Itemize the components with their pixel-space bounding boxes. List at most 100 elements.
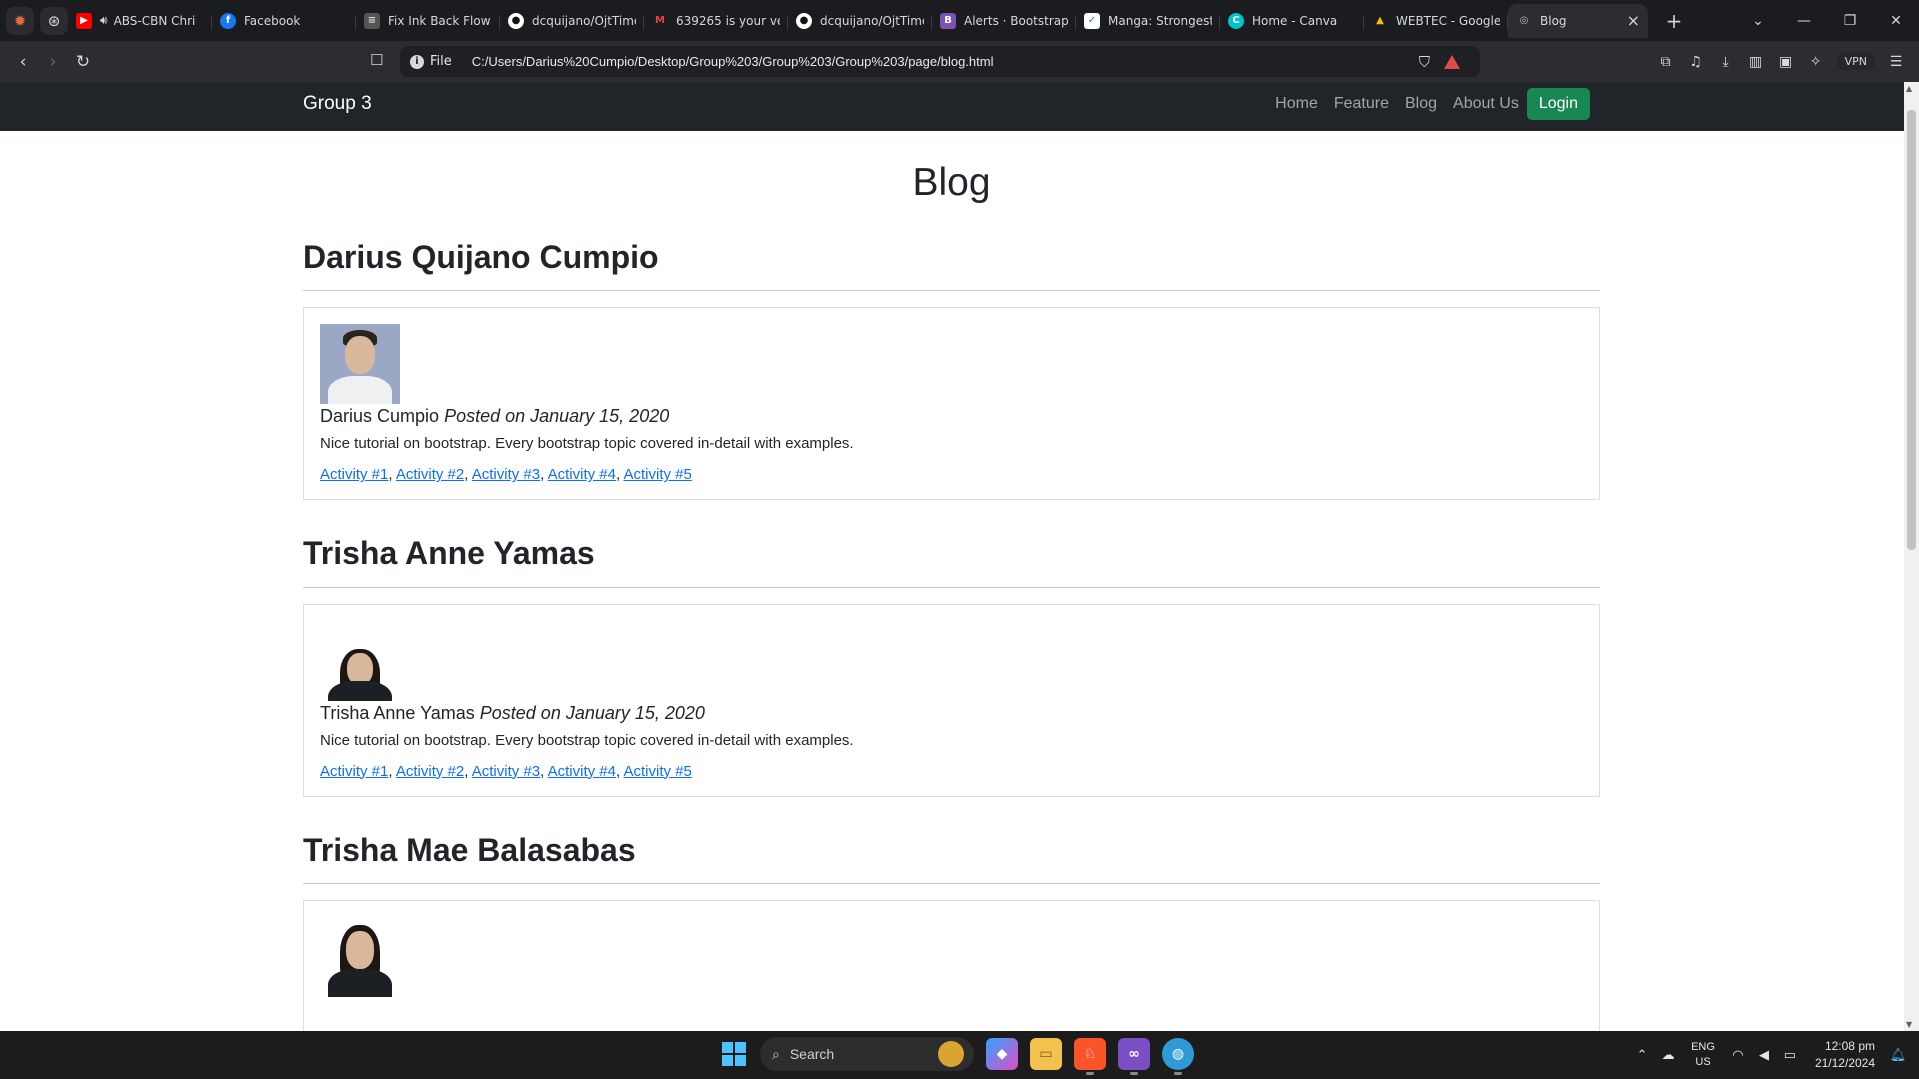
- tab-title: ABS-CBN Chri: [113, 13, 196, 28]
- author-heading: Trisha Anne Yamas: [303, 535, 595, 572]
- start-icon[interactable]: [722, 1042, 746, 1066]
- browser-tab-strip: ✹ ⊛ ▶ 🔊︎ ABS-CBN Chri f Facebook ≡ Fix I…: [0, 0, 1919, 41]
- brave-shields-icon[interactable]: ⛉: [1419, 53, 1430, 71]
- activity-link[interactable]: Activity #4: [548, 466, 616, 483]
- youtube-icon: ▶: [76, 12, 92, 29]
- brave-browser-icon[interactable]: ♘: [1074, 1038, 1106, 1075]
- wallet-icon[interactable]: ▣: [1771, 54, 1801, 70]
- leo-ai-icon[interactable]: ✧: [1801, 54, 1831, 70]
- nav-feature[interactable]: Feature: [1334, 95, 1389, 113]
- url-text[interactable]: C:/Users/Darius%20Cumpio/Desktop/Group%2…: [472, 54, 994, 69]
- tab-8[interactable]: ✓ Manga: Strongest: [1076, 4, 1220, 38]
- scrollbar-thumb[interactable]: [1907, 110, 1916, 550]
- battery-icon[interactable]: ▭: [1777, 1047, 1803, 1063]
- document-icon: ≡: [364, 12, 380, 29]
- google-drive-icon: ▲: [1376, 15, 1384, 26]
- page-scrollbar[interactable]: ▲ ▼: [1904, 82, 1919, 1031]
- restore-icon[interactable]: ❐: [1827, 13, 1873, 29]
- brave-rewards-icon[interactable]: [1444, 54, 1460, 69]
- speaker-icon[interactable]: 🔊︎: [100, 13, 108, 28]
- gmail-icon: M: [655, 15, 665, 26]
- tab-title: dcquijano/OjtTime: [820, 13, 924, 28]
- site-brand[interactable]: Group 3: [303, 93, 372, 115]
- post-date: Posted on January 15, 2020: [444, 406, 670, 427]
- activity-link[interactable]: Activity #2: [396, 763, 464, 780]
- site-info-icon[interactable]: i: [410, 54, 424, 69]
- lang-region: US: [1695, 1056, 1711, 1068]
- date: 21/12/2024: [1814, 1056, 1875, 1070]
- activity-link[interactable]: Activity #2: [396, 466, 464, 483]
- taskbar-apps: ⌕ Search ◆ ▭ ♘ ∞ ◍: [722, 1037, 1194, 1075]
- chevron-up-icon[interactable]: ⌃: [1629, 1047, 1655, 1063]
- tab-title: Fix Ink Back Flow: [388, 13, 491, 28]
- pinned-tab-icon[interactable]: ⊛: [40, 6, 68, 35]
- input-language[interactable]: ENG US: [1691, 1040, 1715, 1070]
- back-icon[interactable]: ‹: [8, 52, 38, 72]
- activity-link[interactable]: Activity #5: [624, 763, 692, 780]
- tab-1[interactable]: ▶ 🔊︎ ABS-CBN Chri: [68, 4, 212, 38]
- activity-link[interactable]: Activity #3: [472, 763, 540, 780]
- activity-link[interactable]: Activity #5: [624, 466, 692, 483]
- nav-blog[interactable]: Blog: [1405, 95, 1437, 113]
- tab-title: Alerts · Bootstrap: [964, 13, 1068, 28]
- taskbar-search[interactable]: ⌕ Search: [760, 1037, 974, 1071]
- activity-links: Activity #1, Activity #2, Activity #3, A…: [320, 762, 692, 780]
- tab-7[interactable]: B Alerts · Bootstrap: [932, 4, 1076, 38]
- post-header: Darius Cumpio Posted on January 15, 2020: [320, 406, 1583, 427]
- tab-5[interactable]: M 639265 is your ver: [644, 4, 788, 38]
- activity-link[interactable]: Activity #1: [320, 466, 388, 483]
- login-button[interactable]: Login: [1526, 88, 1590, 120]
- notification-bell-icon[interactable]: 🔔︎: [1885, 1047, 1911, 1063]
- copilot-icon[interactable]: ◆: [986, 1038, 1018, 1070]
- address-bar[interactable]: i File C:/Users/Darius%20Cumpio/Desktop/…: [400, 46, 1480, 77]
- visual-studio-icon[interactable]: ∞: [1118, 1038, 1150, 1075]
- cloud-off-icon[interactable]: ☁: [1655, 1047, 1681, 1063]
- tab-2[interactable]: f Facebook: [212, 4, 356, 38]
- media-icon[interactable]: ♫: [1681, 54, 1711, 70]
- scroll-up-icon[interactable]: ▲: [1906, 84, 1912, 93]
- sidebar-icon[interactable]: ▥: [1741, 54, 1771, 70]
- wifi-icon[interactable]: ◠: [1725, 1047, 1751, 1063]
- tab-title: dcquijano/OjtTime: [532, 13, 636, 28]
- bookmark-page-icon[interactable]: ☐: [370, 51, 383, 69]
- avatar: [320, 324, 400, 405]
- minimize-icon[interactable]: —: [1781, 13, 1827, 29]
- downloads-icon[interactable]: ⤓: [1711, 54, 1741, 70]
- new-tab-icon[interactable]: +: [1662, 9, 1686, 33]
- post-author: Trisha Anne Yamas: [320, 702, 475, 723]
- activity-links: Activity #1, Activity #2, Activity #3, A…: [320, 466, 692, 484]
- reload-icon[interactable]: ↻: [68, 52, 98, 72]
- tab-title: Blog: [1540, 13, 1567, 28]
- activity-link[interactable]: Activity #1: [320, 763, 388, 780]
- extensions-icon[interactable]: ⧉: [1651, 54, 1681, 70]
- vpn-button[interactable]: VPN: [1836, 53, 1875, 70]
- tab-4[interactable]: ● dcquijano/OjtTime: [500, 4, 644, 38]
- tab-9[interactable]: C Home - Canva: [1220, 4, 1364, 38]
- search-placeholder: Search: [789, 1046, 835, 1062]
- file-explorer-icon[interactable]: ▭: [1030, 1038, 1062, 1070]
- volume-icon[interactable]: ◀︎: [1751, 1047, 1777, 1063]
- tab-3[interactable]: ≡ Fix Ink Back Flow: [356, 4, 500, 38]
- github-icon: ●: [508, 12, 524, 29]
- globe-app-icon[interactable]: ◍: [1162, 1038, 1194, 1075]
- menu-icon[interactable]: ☰: [1881, 54, 1911, 70]
- brave-menu-icon[interactable]: ✹: [6, 6, 34, 35]
- nav-about[interactable]: About Us: [1453, 95, 1519, 113]
- forward-icon[interactable]: ›: [38, 52, 68, 72]
- windows-taskbar: ⌕ Search ◆ ▭ ♘ ∞ ◍ ⌃ ☁ ENG US ◠ ◀︎ ▭ 12:…: [0, 1031, 1919, 1079]
- avatar: [320, 620, 400, 701]
- tab-6[interactable]: ● dcquijano/OjtTime: [788, 4, 932, 38]
- tab-10[interactable]: ▲ WEBTEC - Google: [1364, 4, 1508, 38]
- close-window-icon[interactable]: ✕: [1873, 13, 1919, 29]
- close-tab-icon[interactable]: ×: [1627, 11, 1640, 30]
- divider: [303, 586, 1600, 588]
- nav-home[interactable]: Home: [1275, 95, 1318, 113]
- tab-list-icon[interactable]: ⌄: [1735, 13, 1781, 29]
- divider: [303, 882, 1600, 884]
- clock[interactable]: 12:08 pm 21/12/2024: [1815, 1038, 1875, 1072]
- activity-link[interactable]: Activity #4: [548, 763, 616, 780]
- post-header: Trisha Anne Yamas Posted on January 15, …: [320, 703, 1583, 724]
- activity-link[interactable]: Activity #3: [472, 466, 540, 483]
- scroll-down-icon[interactable]: ▼: [1906, 1020, 1912, 1029]
- tab-active[interactable]: ◎ Blog ×: [1508, 3, 1648, 38]
